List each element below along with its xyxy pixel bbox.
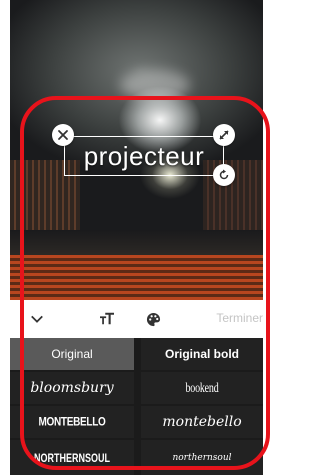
font-option-montebello-caps[interactable]: MONTEBELLO [10,406,134,438]
rotate-icon-glyph [219,169,229,180]
font-label: montebello [162,414,242,430]
font-label: bookend [185,380,219,396]
font-option-montebello-script[interactable]: montebello [141,406,263,438]
font-option-bloomsbury[interactable]: bloomsbury [10,372,134,404]
font-label: MONTEBELLO [38,415,106,429]
font-option-original[interactable]: Original [10,338,134,370]
font-label: Original bold [165,347,239,361]
font-label: northernsoul [172,452,232,463]
text-toolbar: Terminer [10,300,263,338]
close-icon-glyph [58,130,68,140]
font-option-northernsoul-caps[interactable]: NORTHERNSOUL [10,440,134,475]
text-size-icon[interactable] [96,308,118,330]
font-option-bookend[interactable]: bookend [141,372,263,404]
font-option-northernsoul-script[interactable]: northernsoul [141,440,263,475]
palette-icon[interactable] [142,308,164,330]
photo-light [120,70,190,100]
font-label: NORTHERNSOUL [34,451,110,464]
resize-diagonal-icon[interactable] [213,124,235,146]
chevron-down-icon[interactable] [26,308,48,330]
font-label: Original [51,347,93,361]
done-button[interactable]: Terminer [216,311,263,325]
resize-icon-glyph [219,130,229,140]
font-picker-grid: Original Original bold bloomsbury booken… [10,338,263,475]
photo-seats [10,255,263,300]
rotate-icon[interactable] [213,164,235,186]
photo-floor [10,230,263,258]
font-label: bloomsbury [30,380,114,396]
font-option-original-bold[interactable]: Original bold [141,338,263,370]
text-overlay-box[interactable]: projecteur [64,136,224,176]
text-overlay-label[interactable]: projecteur [65,141,223,172]
close-icon[interactable] [52,124,74,146]
